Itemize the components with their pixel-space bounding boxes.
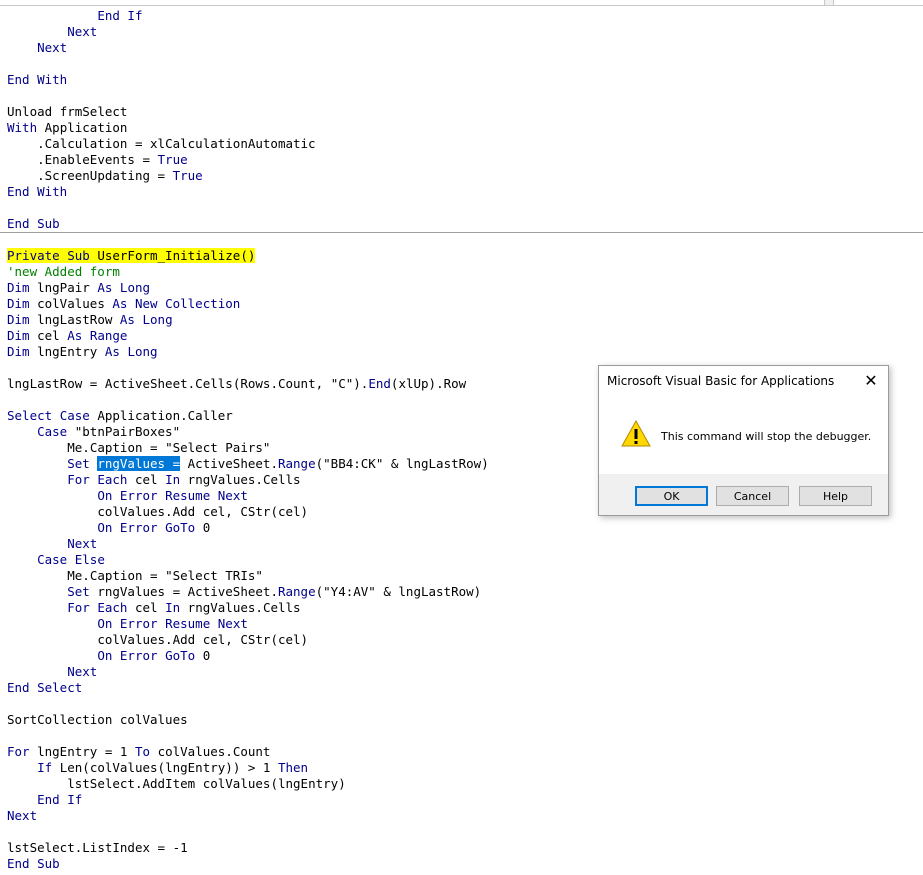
code-line[interactable]: SortCollection colValues bbox=[7, 712, 188, 728]
code-line[interactable]: 'new Added form bbox=[7, 264, 120, 280]
code-line[interactable]: For Each cel In rngValues.Cells bbox=[7, 472, 300, 488]
code-line[interactable]: lngLastRow = ActiveSheet.Cells(Rows.Coun… bbox=[7, 376, 466, 392]
code-line[interactable]: If Len(colValues(lngEntry)) > 1 Then bbox=[7, 760, 308, 776]
editor-top-border bbox=[0, 0, 923, 6]
code-line[interactable]: Unload frmSelect bbox=[7, 104, 127, 120]
close-icon[interactable]: ✕ bbox=[862, 371, 880, 390]
code-line[interactable]: End Sub bbox=[7, 216, 60, 232]
cancel-button[interactable]: Cancel bbox=[716, 486, 789, 506]
code-line[interactable]: End If bbox=[7, 792, 82, 808]
current-statement-highlight: Private Sub UserForm_Initialize() bbox=[7, 248, 256, 263]
code-line[interactable]: For lngEntry = 1 To colValues.Count bbox=[7, 744, 270, 760]
code-line[interactable]: Case "btnPairBoxes" bbox=[7, 424, 180, 440]
code-line[interactable]: Next bbox=[7, 24, 97, 40]
code-line[interactable]: Set rngValues = ActiveSheet.Range("Y4:AV… bbox=[7, 584, 481, 600]
message-box-dialog: Microsoft Visual Basic for Applications … bbox=[598, 365, 889, 516]
code-line[interactable]: End Select bbox=[7, 680, 82, 696]
code-line[interactable]: .ScreenUpdating = True bbox=[7, 168, 203, 184]
code-line[interactable]: Select Case Application.Caller bbox=[7, 408, 233, 424]
code-line[interactable]: For Each cel In rngValues.Cells bbox=[7, 600, 300, 616]
code-line[interactable]: On Error Resume Next bbox=[7, 488, 248, 504]
code-line[interactable]: Private Sub UserForm_Initialize() bbox=[7, 248, 256, 264]
code-line[interactable]: lstSelect.AddItem colValues(lngEntry) bbox=[7, 776, 346, 792]
code-line[interactable]: lstSelect.ListIndex = -1 bbox=[7, 840, 188, 856]
code-line[interactable]: Dim colValues As New Collection bbox=[7, 296, 240, 312]
code-line[interactable]: Next bbox=[7, 40, 67, 56]
code-line[interactable]: Me.Caption = "Select Pairs" bbox=[7, 440, 270, 456]
code-line[interactable]: Next bbox=[7, 808, 37, 824]
code-line[interactable]: Next bbox=[7, 664, 97, 680]
code-line[interactable]: Dim cel As Range bbox=[7, 328, 127, 344]
code-line[interactable]: End With bbox=[7, 184, 67, 200]
dialog-title: Microsoft Visual Basic for Applications bbox=[607, 374, 835, 388]
dialog-body: This command will stop the debugger. bbox=[599, 402, 888, 474]
code-line[interactable]: On Error GoTo 0 bbox=[7, 520, 210, 536]
ok-button[interactable]: OK bbox=[635, 486, 708, 506]
code-line[interactable]: Dim lngEntry As Long bbox=[7, 344, 158, 360]
code-line[interactable]: Dim lngPair As Long bbox=[7, 280, 150, 296]
code-line[interactable]: On Error Resume Next bbox=[7, 616, 248, 632]
code-line[interactable]: Dim lngLastRow As Long bbox=[7, 312, 173, 328]
procedure-separator bbox=[0, 232, 923, 233]
code-line[interactable]: Me.Caption = "Select TRIs" bbox=[7, 568, 263, 584]
help-button[interactable]: Help bbox=[799, 486, 872, 506]
code-line[interactable]: .EnableEvents = True bbox=[7, 152, 188, 168]
code-line[interactable]: With Application bbox=[7, 120, 127, 136]
warning-icon bbox=[621, 419, 651, 447]
code-line[interactable]: colValues.Add cel, CStr(cel) bbox=[7, 504, 308, 520]
code-line[interactable]: Case Else bbox=[7, 552, 105, 568]
code-line[interactable]: Next bbox=[7, 536, 97, 552]
code-line[interactable]: Set rngValues = ActiveSheet.Range("BB4:C… bbox=[7, 456, 489, 472]
text-selection: rngValues = bbox=[97, 456, 181, 471]
code-line[interactable]: colValues.Add cel, CStr(cel) bbox=[7, 632, 308, 648]
code-line[interactable]: On Error GoTo 0 bbox=[7, 648, 210, 664]
code-line[interactable]: .Calculation = xlCalculationAutomatic bbox=[7, 136, 316, 152]
code-line[interactable]: End Sub bbox=[7, 856, 60, 872]
split-bar-handle[interactable] bbox=[824, 0, 834, 5]
code-line[interactable]: End If bbox=[7, 8, 142, 24]
code-line[interactable]: End With bbox=[7, 72, 67, 88]
dialog-button-bar: OK Cancel Help bbox=[599, 474, 888, 515]
dialog-message: This command will stop the debugger. bbox=[661, 430, 872, 443]
